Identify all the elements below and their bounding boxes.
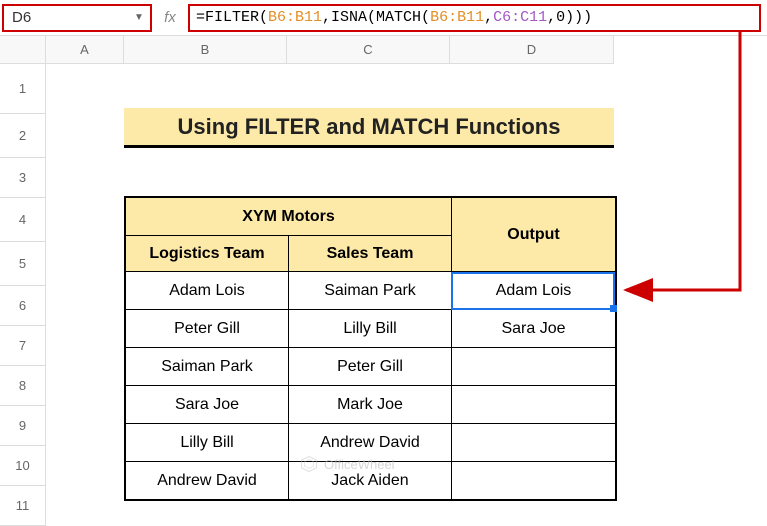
formula-segment: B6:B11 (430, 9, 484, 26)
cell-b6[interactable]: Adam Lois (126, 272, 289, 310)
cell-d9[interactable] (452, 386, 616, 424)
formula-segment: C6:C11 (493, 9, 547, 26)
cell-b9[interactable]: Sara Joe (126, 386, 289, 424)
table-row: Peter GillLilly BillSara Joe (126, 310, 616, 348)
row-header-4[interactable]: 4 (0, 198, 45, 242)
cell-c6[interactable]: Saiman Park (289, 272, 452, 310)
row-header-7[interactable]: 7 (0, 326, 45, 366)
name-box-wrap: ▼ (2, 4, 152, 32)
sales-team-header: Sales Team (289, 236, 452, 272)
page-title: Using FILTER and MATCH Functions (124, 108, 614, 148)
cell-b7[interactable]: Peter Gill (126, 310, 289, 348)
row-header-1[interactable]: 1 (0, 64, 45, 114)
name-box-dropdown-icon[interactable]: ▼ (128, 12, 150, 23)
formula-segment: B6:B11 (268, 9, 322, 26)
watermark: OfficeWheel (300, 455, 395, 473)
row-header-5[interactable]: 5 (0, 242, 45, 286)
cell-d11[interactable] (452, 462, 616, 500)
name-box[interactable] (4, 9, 128, 26)
cell-b10[interactable]: Lilly Bill (126, 424, 289, 462)
cell-d8[interactable] (452, 348, 616, 386)
column-header-c[interactable]: C (287, 36, 450, 64)
row-header-9[interactable]: 9 (0, 406, 45, 446)
formula-segment: , (484, 9, 493, 26)
column-header-d[interactable]: D (450, 36, 614, 64)
column-header-a[interactable]: A (46, 36, 124, 64)
cell-d7[interactable]: Sara Joe (452, 310, 616, 348)
column-headers: ABCD (0, 36, 767, 64)
cell-c9[interactable]: Mark Joe (289, 386, 452, 424)
output-header: Output (452, 198, 616, 272)
formula-toolbar: ▼ fx =FILTER(B6:B11,ISNA(MATCH(B6:B11,C6… (0, 0, 767, 36)
row-header-3[interactable]: 3 (0, 158, 45, 198)
cell-b8[interactable]: Saiman Park (126, 348, 289, 386)
table-row: Adam LoisSaiman ParkAdam Lois (126, 272, 616, 310)
cell-c7[interactable]: Lilly Bill (289, 310, 452, 348)
formula-segment: =FILTER( (196, 9, 268, 26)
row-header-11[interactable]: 11 (0, 486, 45, 526)
fx-icon: fx (152, 9, 188, 26)
row-header-6[interactable]: 6 (0, 286, 45, 326)
cell-d6[interactable]: Adam Lois (452, 272, 616, 310)
logistics-team-header: Logistics Team (126, 236, 289, 272)
xym-motors-header: XYM Motors (126, 198, 452, 236)
row-header-8[interactable]: 8 (0, 366, 45, 406)
formula-segment: ,ISNA(MATCH( (322, 9, 430, 26)
row-header-2[interactable]: 2 (0, 114, 45, 158)
watermark-text: OfficeWheel (324, 457, 395, 472)
cell-b11[interactable]: Andrew David (126, 462, 289, 500)
column-header-b[interactable]: B (124, 36, 287, 64)
formula-bar[interactable]: =FILTER(B6:B11,ISNA(MATCH(B6:B11,C6:C11,… (188, 4, 761, 32)
table-row: Saiman ParkPeter Gill (126, 348, 616, 386)
formula-segment: ,0))) (547, 9, 592, 26)
row-header-10[interactable]: 10 (0, 446, 45, 486)
watermark-logo-icon (300, 455, 318, 473)
cell-c8[interactable]: Peter Gill (289, 348, 452, 386)
select-all-corner[interactable] (0, 36, 46, 64)
table-row: Sara JoeMark Joe (126, 386, 616, 424)
cell-d10[interactable] (452, 424, 616, 462)
row-headers: 1234567891011 (0, 64, 46, 526)
